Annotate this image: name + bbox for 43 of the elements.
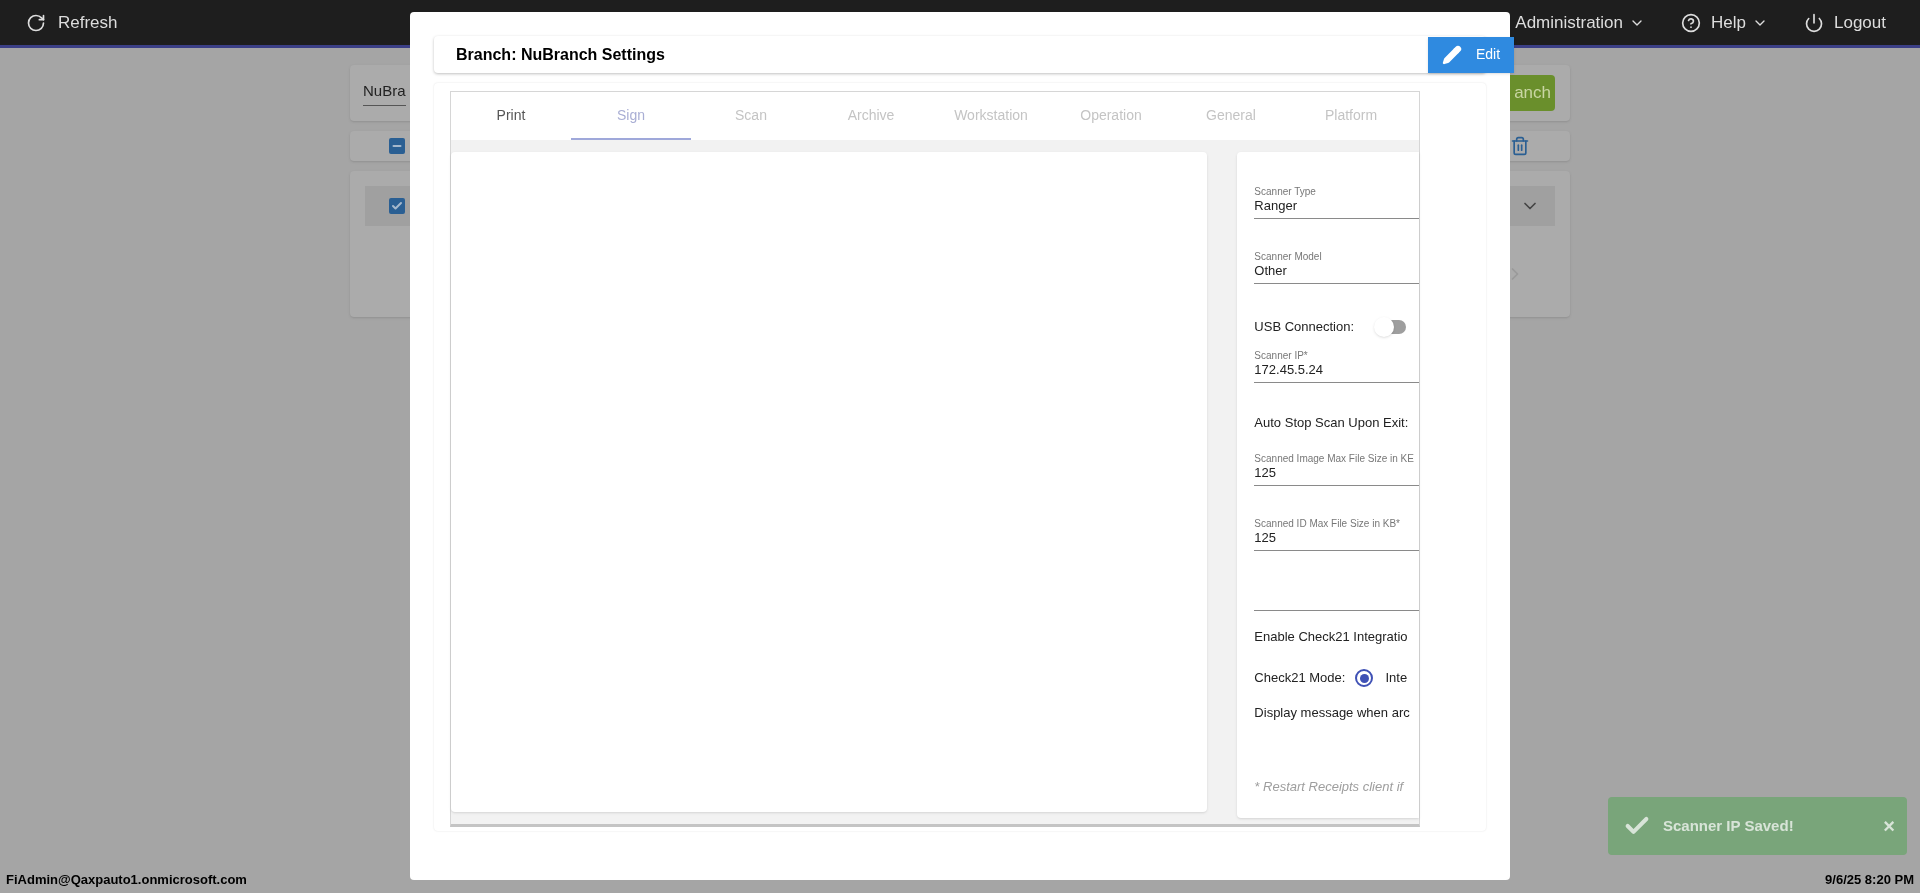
pencil-icon — [1441, 44, 1462, 65]
select-all-checkbox[interactable] — [389, 138, 405, 154]
field-label: Scanner Model — [1254, 251, 1323, 263]
restart-note: * Restart Receipts client if — [1254, 778, 1405, 796]
form-field[interactable]: Scanner Model Other — [1254, 251, 1419, 284]
field-label: Scanned Image Max File Size in KE — [1254, 453, 1415, 465]
form-field[interactable]: Scanner Type Ranger — [1254, 186, 1419, 219]
radio-button[interactable] — [1355, 669, 1374, 687]
setting-label: Enable Check21 Integratio — [1254, 629, 1409, 645]
field-label: Check21 Mode: — [1254, 669, 1346, 688]
field-value: 172.45.5.24 — [1254, 362, 1325, 378]
menu-button[interactable]: Administration — [1515, 9, 1646, 36]
setting-label: Auto Stop Scan Upon Exit: — [1254, 415, 1410, 431]
toast-message: Scanner IP Saved! — [1663, 815, 1794, 836]
radio-label: Inte — [1385, 669, 1408, 688]
status-datetime: 9/6/25 8:20 PM — [1825, 870, 1914, 889]
user-email: FiAdmin@Qaxpauto1.onmicrosoft.com — [6, 870, 247, 889]
field-value: 125 — [1254, 465, 1278, 481]
form-field[interactable]: Scanned Image Max File Size in KE 125 — [1254, 453, 1419, 486]
dialog-title: Branch: NuBranch Settings — [456, 44, 665, 65]
menu-button[interactable]: Logout — [1804, 9, 1886, 36]
setting-label: Display message when arc — [1254, 705, 1411, 721]
menu-button[interactable]: Help — [1681, 9, 1768, 36]
field-value: 125 — [1254, 530, 1278, 546]
field-label: Scanned ID Max File Size in KB* — [1254, 518, 1401, 530]
refresh-button[interactable]: Refresh — [26, 9, 118, 36]
form-field[interactable]: Scanned ID Max File Size in KB* 125 — [1254, 518, 1419, 551]
power-icon — [1804, 12, 1824, 33]
field-value: Ranger — [1254, 198, 1298, 214]
trash-icon[interactable] — [1510, 136, 1530, 156]
row-checkbox[interactable] — [389, 198, 405, 214]
field-label: Scanner Type — [1254, 186, 1317, 198]
help-icon — [1681, 12, 1702, 33]
field-label: Scanner IP* — [1254, 350, 1309, 362]
edit-button[interactable]: Edit — [1428, 36, 1514, 73]
refresh-icon — [26, 12, 46, 33]
form-field[interactable]: Scanner IP* 172.45.5.24 — [1254, 350, 1419, 383]
field-label: USB Connection: — [1254, 318, 1355, 337]
check-icon — [391, 200, 403, 212]
field-value: Other — [1254, 263, 1288, 279]
settings-tab[interactable]: Print — [451, 92, 571, 140]
toggle-switch[interactable] — [1376, 320, 1407, 334]
branch-field[interactable]: NuBra — [363, 80, 406, 106]
